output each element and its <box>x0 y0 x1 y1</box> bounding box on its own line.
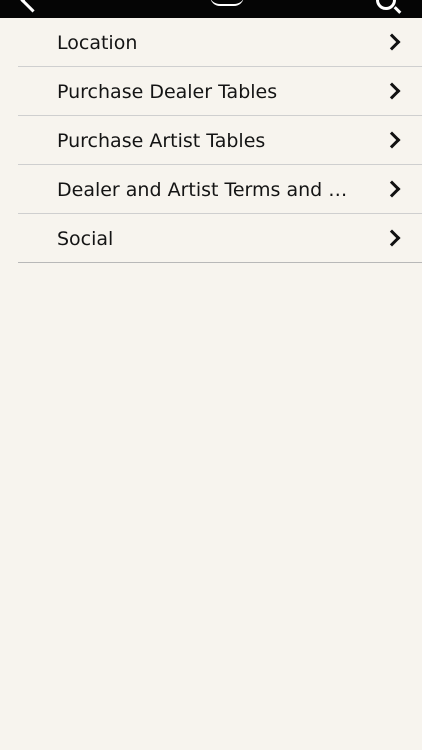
chevron-right-icon <box>383 82 401 100</box>
menu-item-social[interactable]: Social <box>18 214 422 263</box>
menu-item-purchase-artist-tables[interactable]: Purchase Artist Tables <box>18 116 422 165</box>
menu-item-label: Dealer and Artist Terms and Conditions <box>57 179 357 201</box>
menu-item-dealer-artist-terms[interactable]: Dealer and Artist Terms and Conditions <box>18 165 422 214</box>
chevron-right-icon <box>383 131 401 149</box>
menu-item-label: Location <box>57 32 138 54</box>
menu-item-purchase-dealer-tables[interactable]: Purchase Dealer Tables <box>18 67 422 116</box>
chevron-right-icon <box>383 33 401 51</box>
menu-item-label: Purchase Artist Tables <box>57 130 266 152</box>
menu-item-label: Social <box>57 228 114 250</box>
menu-item-label: Purchase Dealer Tables <box>57 81 278 103</box>
menu-item-location[interactable]: Location <box>18 18 422 67</box>
chevron-right-icon <box>383 229 401 247</box>
back-chevron-icon[interactable] <box>20 0 45 13</box>
search-icon[interactable] <box>376 0 396 10</box>
menu-list: Location Purchase Dealer Tables Purchase… <box>18 18 422 263</box>
header-title-fragment <box>210 0 244 6</box>
top-navigation-bar <box>0 0 422 18</box>
chevron-right-icon <box>383 180 401 198</box>
